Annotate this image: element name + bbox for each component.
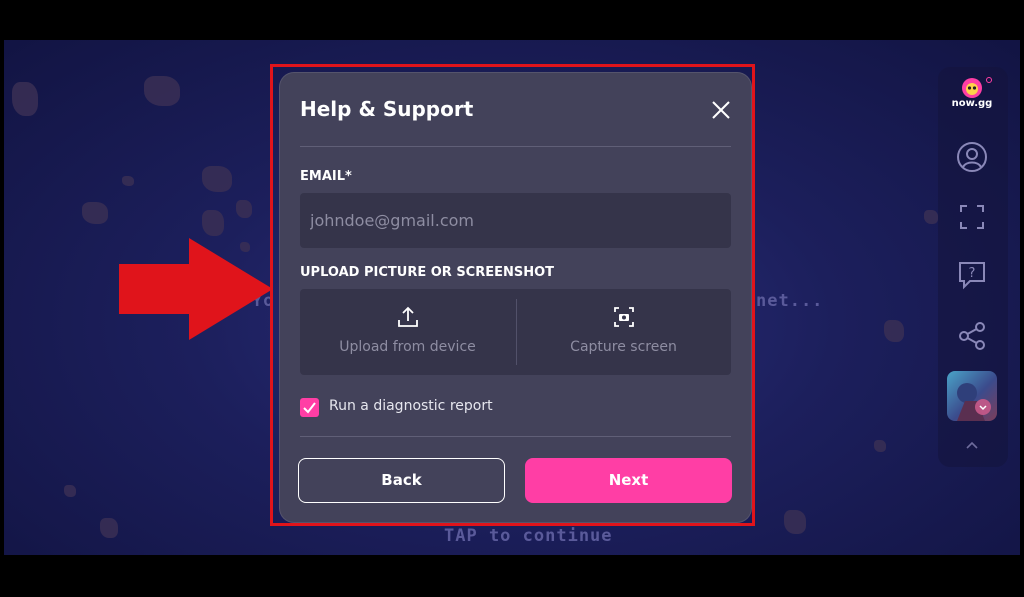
background-rock xyxy=(924,210,938,224)
background-rock xyxy=(100,518,118,538)
upload-from-device-button[interactable]: Upload from device xyxy=(300,289,515,375)
checkmark-icon xyxy=(303,402,316,414)
divider xyxy=(300,146,731,147)
game-thumbnail[interactable] xyxy=(947,371,997,421)
nowgg-logo-text: now.gg xyxy=(951,98,993,109)
divider xyxy=(300,436,731,437)
dialog-title: Help & Support xyxy=(300,97,474,121)
back-button[interactable]: Back xyxy=(298,458,505,503)
nowgg-logo[interactable]: now.gg xyxy=(950,76,994,110)
help-icon[interactable]: ? xyxy=(956,259,988,291)
background-rock xyxy=(874,440,886,452)
share-icon[interactable] xyxy=(956,320,988,352)
screen: Yo net... TAP to continue now.gg ? Help … xyxy=(0,0,1024,597)
diagnostic-label: Run a diagnostic report xyxy=(329,398,493,414)
background-rock xyxy=(784,510,806,534)
background-rock xyxy=(144,76,180,106)
background-rock xyxy=(122,176,134,186)
next-button[interactable]: Next xyxy=(525,458,732,503)
user-icon[interactable] xyxy=(956,141,988,173)
upload-label: UPLOAD PICTURE OR SCREENSHOT xyxy=(300,265,555,280)
upload-from-device-label: Upload from device xyxy=(339,339,476,355)
camera-icon xyxy=(614,307,634,327)
email-field[interactable] xyxy=(300,193,731,248)
email-label: EMAIL* xyxy=(300,169,352,184)
fullscreen-icon[interactable] xyxy=(956,201,988,233)
red-arrow-annotation xyxy=(117,238,275,340)
background-text-bottom: TAP to continue xyxy=(444,526,613,546)
background-rock xyxy=(236,200,252,218)
background-text-right: net... xyxy=(756,291,824,311)
background-rock xyxy=(64,485,76,497)
background-rock xyxy=(82,202,108,224)
background-rock xyxy=(202,210,224,236)
close-icon xyxy=(712,101,730,119)
diagnostic-checkbox[interactable] xyxy=(300,398,319,417)
chevron-up-icon[interactable] xyxy=(962,436,982,456)
capture-screen-label: Capture screen xyxy=(570,339,677,355)
background-rock xyxy=(12,82,38,116)
close-button[interactable] xyxy=(710,99,732,121)
capture-screen-button[interactable]: Capture screen xyxy=(516,289,731,375)
help-support-dialog: Help & Support EMAIL* UPLOAD PICTURE OR … xyxy=(280,73,751,522)
upload-icon xyxy=(398,306,418,327)
upload-panel: Upload from device Capture screen xyxy=(300,289,731,375)
background-rock xyxy=(202,166,232,192)
svg-text:?: ? xyxy=(969,266,976,281)
background-rock xyxy=(884,320,904,342)
